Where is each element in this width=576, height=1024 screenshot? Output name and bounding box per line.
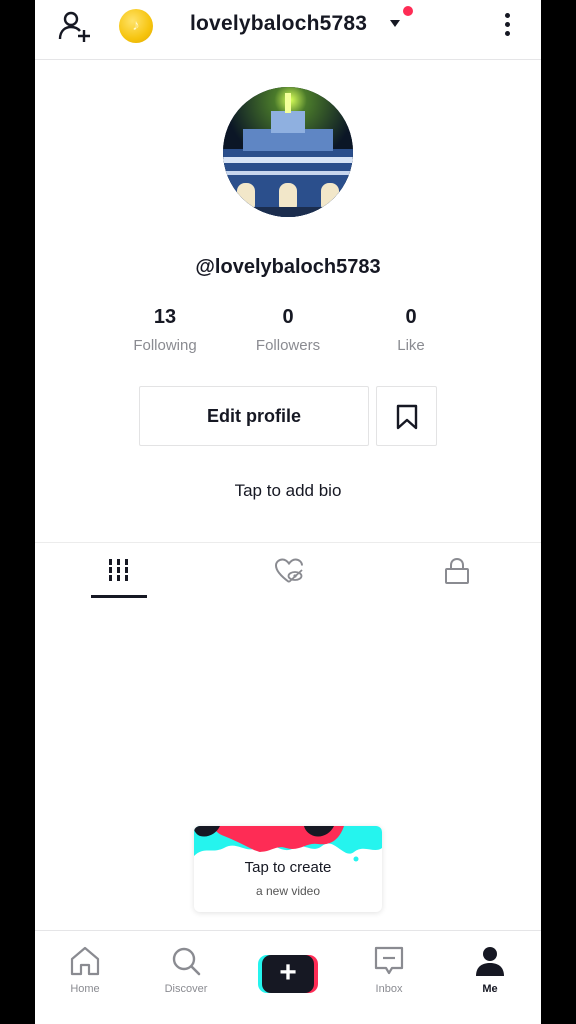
profile-screen: ♪ lovelybaloch5783 @lovelybaloch5783 13 …	[35, 0, 541, 1024]
following-count: 13	[153, 306, 177, 328]
followers-count: 0	[282, 306, 294, 328]
videos-grid-icon	[109, 559, 128, 581]
coins-icon[interactable]: ♪	[119, 9, 153, 43]
followers-label: Followers	[255, 337, 321, 354]
content-tabs	[35, 542, 541, 600]
top-bar: ♪ lovelybaloch5783	[35, 0, 541, 60]
nav-home-label: Home	[70, 983, 100, 995]
search-icon	[172, 947, 201, 976]
plus-icon: +	[262, 955, 314, 993]
home-icon	[70, 946, 100, 976]
avatar[interactable]	[223, 87, 353, 217]
music-note-icon: ♪	[132, 17, 140, 34]
profile-handle: @lovelybaloch5783	[195, 256, 381, 278]
liked-hidden-icon	[274, 558, 303, 583]
nav-home[interactable]: Home	[45, 945, 125, 1005]
tab-videos[interactable]	[35, 543, 203, 601]
likes-label: Like	[397, 337, 425, 354]
likes-count: 0	[405, 306, 417, 328]
favorites-button[interactable]	[376, 386, 437, 446]
profile-icon	[476, 947, 504, 976]
bottom-nav: Home Discover + Inbox Me	[35, 930, 541, 1024]
stat-followers[interactable]: 0 Followers	[228, 306, 348, 354]
nav-me[interactable]: Me	[450, 945, 530, 1005]
nav-inbox[interactable]: Inbox	[349, 945, 429, 1005]
account-switcher[interactable]: lovelybaloch5783	[190, 12, 367, 36]
create-card-title: Tap to create	[244, 859, 332, 876]
notification-dot	[403, 6, 413, 16]
tab-liked[interactable]	[203, 543, 371, 601]
create-video-card[interactable]: Tap to create a new video	[194, 826, 382, 912]
more-options-icon[interactable]	[497, 10, 517, 40]
inbox-icon	[374, 946, 404, 975]
create-button[interactable]: +	[258, 955, 318, 993]
lock-icon	[445, 557, 469, 584]
following-label: Following	[133, 337, 197, 354]
add-friend-icon[interactable]	[57, 8, 93, 44]
tab-private[interactable]	[371, 543, 539, 601]
nav-discover-label: Discover	[164, 983, 208, 995]
edit-profile-button[interactable]: Edit profile	[139, 386, 369, 446]
create-card-subtitle: a new video	[255, 884, 321, 898]
stats-row: 13 Following 0 Followers 0 Like	[35, 306, 541, 366]
nav-inbox-label: Inbox	[375, 983, 403, 995]
bookmark-icon	[396, 404, 418, 430]
chevron-down-icon[interactable]	[390, 20, 400, 27]
active-tab-indicator	[91, 595, 147, 598]
nav-me-label: Me	[482, 983, 498, 995]
stat-following[interactable]: 13 Following	[105, 306, 225, 354]
add-bio-link[interactable]: Tap to add bio	[35, 481, 541, 501]
stat-likes[interactable]: 0 Like	[351, 306, 471, 354]
nav-discover[interactable]: Discover	[146, 945, 226, 1005]
